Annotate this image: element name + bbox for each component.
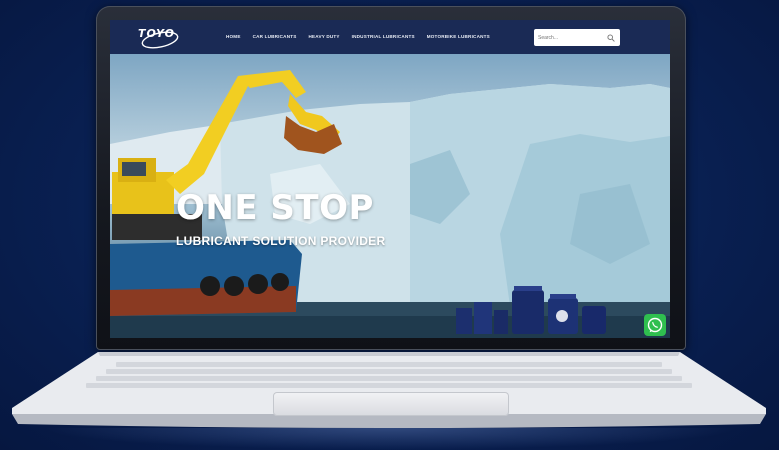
nav-motorbike-lubricants[interactable]: MOTORBIKE LUBRICANTS <box>427 34 490 39</box>
laptop-base <box>12 352 766 428</box>
hero-banner: ONE STOP LUBRICANT SOLUTION PROVIDER <box>110 54 670 338</box>
nav-industrial-lubricants[interactable]: INDUSTRIAL LUBRICANTS <box>352 34 415 39</box>
whatsapp-icon <box>647 317 663 333</box>
site-header: TOYO HOME CAR LUBRICANTS HEAVY DUTY INDU… <box>110 20 670 54</box>
hero-subtitle: LUBRICANT SOLUTION PROVIDER <box>176 234 386 248</box>
nav-car-lubricants[interactable]: CAR LUBRICANTS <box>253 34 297 39</box>
reflection <box>40 428 740 450</box>
trackpad <box>273 392 509 416</box>
search-icon[interactable] <box>607 34 615 42</box>
main-nav: HOME CAR LUBRICANTS HEAVY DUTY INDUSTRIA… <box>226 34 490 39</box>
search-box <box>534 29 620 46</box>
hero-title: ONE STOP <box>176 188 374 228</box>
nav-home[interactable]: HOME <box>226 34 241 39</box>
search-input[interactable] <box>538 32 600 43</box>
whatsapp-button[interactable] <box>644 314 666 336</box>
logo-text[interactable]: TOYO <box>138 27 175 40</box>
browser-screen: TOYO HOME CAR LUBRICANTS HEAVY DUTY INDU… <box>110 20 670 338</box>
nav-heavy-duty[interactable]: HEAVY DUTY <box>308 34 339 39</box>
